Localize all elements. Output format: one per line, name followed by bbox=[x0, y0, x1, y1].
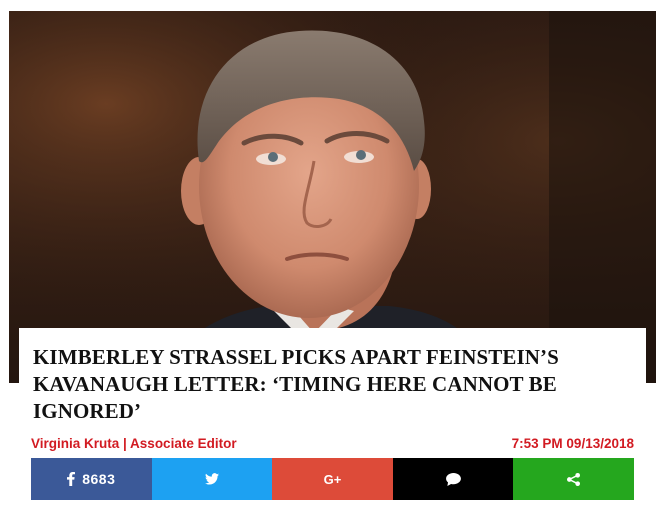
publish-timestamp: 7:53 PM 09/13/2018 bbox=[511, 436, 634, 451]
google-plus-share-button[interactable]: G+ bbox=[272, 458, 393, 500]
twitter-icon bbox=[204, 473, 219, 485]
facebook-share-button[interactable]: 8683 bbox=[31, 458, 152, 500]
share-bar: 8683 G+ bbox=[31, 458, 634, 500]
article-headline[interactable]: KIMBERLEY STRASSEL PICKS APART FEINSTEIN… bbox=[33, 344, 632, 425]
twitter-share-button[interactable] bbox=[151, 458, 273, 500]
share-icon bbox=[567, 472, 581, 486]
comment-icon bbox=[445, 472, 461, 486]
facebook-icon bbox=[67, 472, 76, 486]
facebook-share-count: 8683 bbox=[82, 471, 116, 487]
share-button[interactable] bbox=[513, 458, 634, 500]
comments-button[interactable] bbox=[392, 458, 514, 500]
author-byline[interactable]: Virginia Kruta | Associate Editor bbox=[31, 436, 237, 451]
google-plus-icon: G+ bbox=[323, 471, 342, 487]
headline-card: KIMBERLEY STRASSEL PICKS APART FEINSTEIN… bbox=[19, 328, 646, 428]
byline-row: Virginia Kruta | Associate Editor 7:53 P… bbox=[31, 436, 634, 454]
